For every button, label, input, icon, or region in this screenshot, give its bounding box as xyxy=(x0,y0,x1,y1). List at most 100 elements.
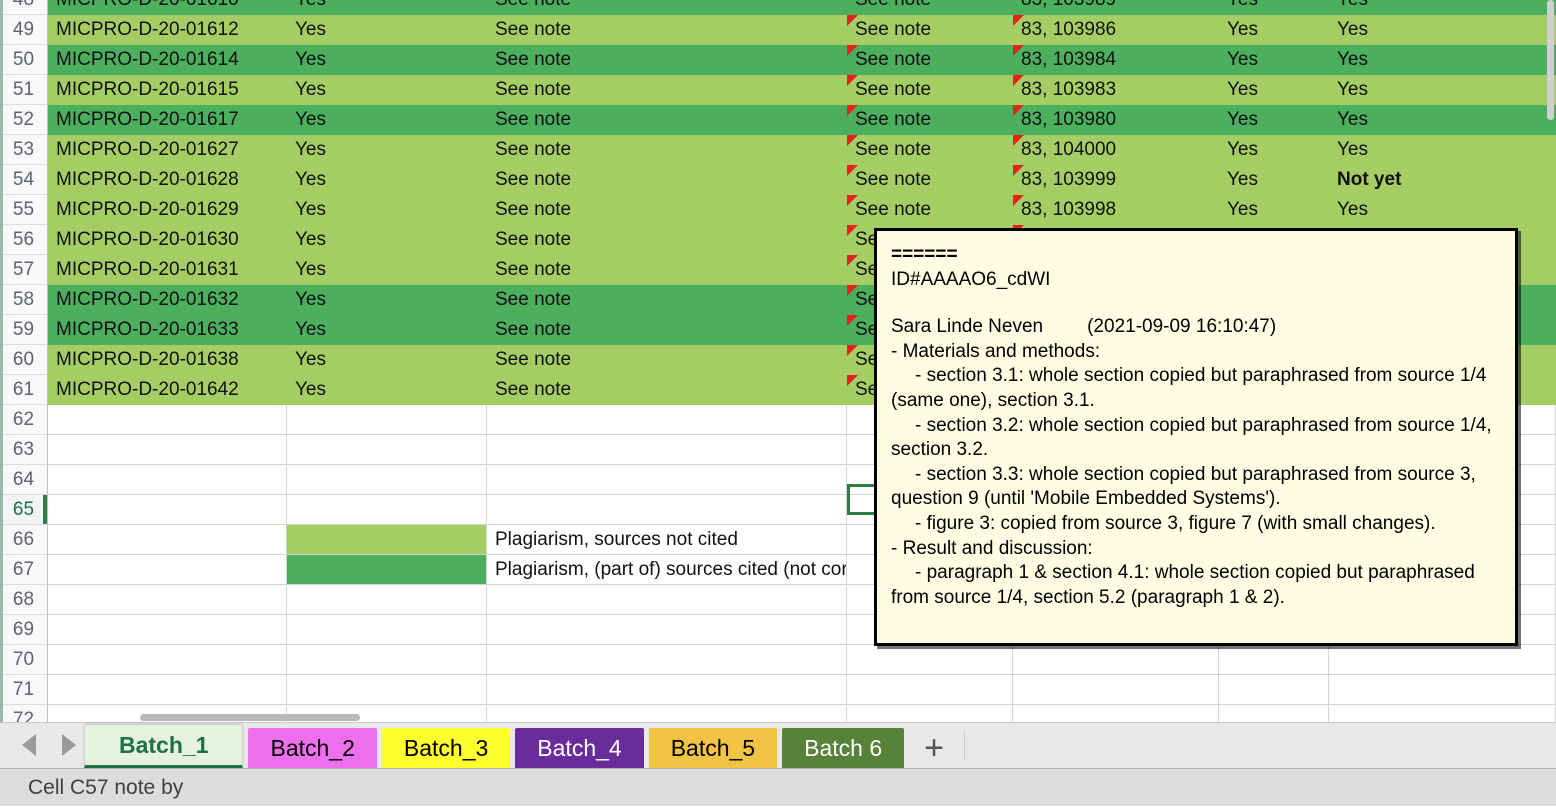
table-row[interactable]: 54 MICPRO-D-20-01628 Yes See note See note 83… xyxy=(0,165,1556,195)
table-row[interactable]: 52 MICPRO-D-20-01617 Yes See note See note 83… xyxy=(0,105,1556,135)
grid-cell[interactable]: See note xyxy=(487,195,847,225)
grid-cell[interactable]: See note xyxy=(487,255,847,285)
add-sheet-button[interactable]: + xyxy=(904,728,964,768)
grid-cell[interactable]: Yes xyxy=(1329,0,1556,15)
grid-cell[interactable] xyxy=(1329,675,1556,705)
grid-cell[interactable]: MICPRO-D-20-01612 xyxy=(48,15,287,45)
row-header[interactable]: 53 xyxy=(0,135,48,165)
table-row[interactable]: 53 MICPRO-D-20-01627 Yes See note See note 83… xyxy=(0,135,1556,165)
row-header[interactable]: 56 xyxy=(0,225,48,255)
grid-cell[interactable] xyxy=(1219,705,1329,722)
grid-cell[interactable]: Yes xyxy=(1219,195,1329,225)
grid-cell[interactable]: Yes xyxy=(287,345,487,375)
table-row[interactable]: 55 MICPRO-D-20-01629 Yes See note See note 83… xyxy=(0,195,1556,225)
grid-cell[interactable] xyxy=(48,495,287,525)
row-header[interactable]: 55 xyxy=(0,195,48,225)
grid-cell[interactable] xyxy=(48,645,287,675)
grid-cell[interactable] xyxy=(1219,675,1329,705)
grid-cell[interactable]: See note xyxy=(847,15,1013,45)
row-header[interactable]: 54 xyxy=(0,165,48,195)
row-header[interactable]: 60 xyxy=(0,345,48,375)
row-header[interactable]: 69 xyxy=(0,615,48,645)
grid-cell[interactable]: MICPRO-D-20-01642 xyxy=(48,375,287,405)
grid-cell[interactable] xyxy=(287,465,487,495)
row-header[interactable]: 68 xyxy=(0,585,48,615)
grid-cell[interactable]: Yes xyxy=(287,0,487,15)
grid-cell[interactable] xyxy=(487,435,847,465)
grid-cell[interactable] xyxy=(48,465,287,495)
grid-cell[interactable] xyxy=(48,405,287,435)
sheet-tab-batch-4[interactable]: Batch_4 xyxy=(515,728,644,768)
grid-cell[interactable] xyxy=(48,675,287,705)
row-header[interactable]: 51 xyxy=(0,75,48,105)
row-header[interactable]: 62 xyxy=(0,405,48,435)
grid-cell[interactable] xyxy=(1013,705,1219,722)
grid-cell[interactable]: See note xyxy=(487,225,847,255)
grid-cell[interactable]: See note xyxy=(487,285,847,315)
grid-cell[interactable] xyxy=(487,465,847,495)
grid-cell[interactable]: See note xyxy=(847,45,1013,75)
grid-cell[interactable] xyxy=(48,525,287,555)
grid-cell[interactable]: Yes xyxy=(1219,165,1329,195)
horizontal-scrollbar[interactable] xyxy=(140,714,360,721)
row-header[interactable]: 71 xyxy=(0,675,48,705)
grid-cell[interactable]: Yes xyxy=(287,75,487,105)
grid-cell[interactable]: See note xyxy=(487,375,847,405)
grid-cell[interactable]: MICPRO-D-20-01615 xyxy=(48,75,287,105)
grid-cell[interactable]: Yes xyxy=(287,225,487,255)
grid-cell[interactable]: See note xyxy=(487,75,847,105)
grid-cell[interactable]: See note xyxy=(487,0,847,15)
grid-cell[interactable]: 83, 103984 xyxy=(1013,45,1219,75)
grid-cell[interactable]: 83, 103998 xyxy=(1013,195,1219,225)
grid-cell[interactable] xyxy=(487,615,847,645)
grid-cell[interactable] xyxy=(287,435,487,465)
grid-cell[interactable]: MICPRO-D-20-01631 xyxy=(48,255,287,285)
grid-cell[interactable]: Yes xyxy=(287,315,487,345)
grid-cell[interactable]: Yes xyxy=(1329,105,1556,135)
grid-cell[interactable]: See note xyxy=(847,165,1013,195)
grid-cell[interactable] xyxy=(287,675,487,705)
table-row[interactable]: 71 xyxy=(0,675,1556,705)
grid-cell[interactable] xyxy=(1329,705,1556,722)
row-header[interactable]: 50 xyxy=(0,45,48,75)
grid-cell[interactable]: Plagiarism, (part of) sources cited (not… xyxy=(487,555,847,585)
grid-cell[interactable] xyxy=(48,555,287,585)
grid-cell[interactable]: Yes xyxy=(287,105,487,135)
table-row[interactable]: 48 MICPRO-D-20-01610 Yes See note See note 83… xyxy=(0,0,1556,15)
grid-cell[interactable]: Yes xyxy=(1219,75,1329,105)
grid-cell[interactable]: MICPRO-D-20-01617 xyxy=(48,105,287,135)
grid-cell[interactable]: Yes xyxy=(287,15,487,45)
grid-cell[interactable] xyxy=(287,615,487,645)
grid-cell[interactable]: 83, 103989 xyxy=(1013,0,1219,15)
grid-cell[interactable]: Yes xyxy=(1219,135,1329,165)
grid-cell[interactable]: Yes xyxy=(1329,75,1556,105)
grid-cell[interactable] xyxy=(1013,675,1219,705)
grid-cell[interactable] xyxy=(1329,645,1556,675)
grid-cell[interactable] xyxy=(287,585,487,615)
grid-cell[interactable] xyxy=(287,645,487,675)
grid-cell[interactable] xyxy=(487,405,847,435)
grid-cell[interactable]: 83, 103983 xyxy=(1013,75,1219,105)
grid-cell[interactable]: Yes xyxy=(287,165,487,195)
grid-cell[interactable] xyxy=(487,495,847,525)
grid-cell[interactable] xyxy=(1219,645,1329,675)
row-header[interactable]: 67 xyxy=(0,555,48,585)
grid-cell[interactable] xyxy=(847,675,1013,705)
grid-cell[interactable] xyxy=(48,435,287,465)
grid-cell[interactable]: Yes xyxy=(1329,45,1556,75)
grid-cell[interactable]: MICPRO-D-20-01633 xyxy=(48,315,287,345)
sheet-tab-batch-2[interactable]: Batch_2 xyxy=(248,728,377,768)
grid-cell[interactable]: See note xyxy=(847,0,1013,15)
grid-cell[interactable]: See note xyxy=(487,165,847,195)
grid-cell[interactable]: MICPRO-D-20-01610 xyxy=(48,0,287,15)
grid-cell[interactable] xyxy=(847,705,1013,722)
grid-cell[interactable] xyxy=(287,495,487,525)
grid-cell[interactable]: 83, 104000 xyxy=(1013,135,1219,165)
grid-cell[interactable]: Not yet xyxy=(1329,165,1556,195)
triangle-left-icon[interactable] xyxy=(22,734,36,756)
grid-cell[interactable] xyxy=(487,585,847,615)
grid-cell[interactable]: Plagiarism, sources not cited xyxy=(487,525,847,555)
table-row[interactable]: 50 MICPRO-D-20-01614 Yes See note See note 83… xyxy=(0,45,1556,75)
grid-cell[interactable]: See note xyxy=(847,195,1013,225)
grid-cell[interactable]: Yes xyxy=(287,375,487,405)
